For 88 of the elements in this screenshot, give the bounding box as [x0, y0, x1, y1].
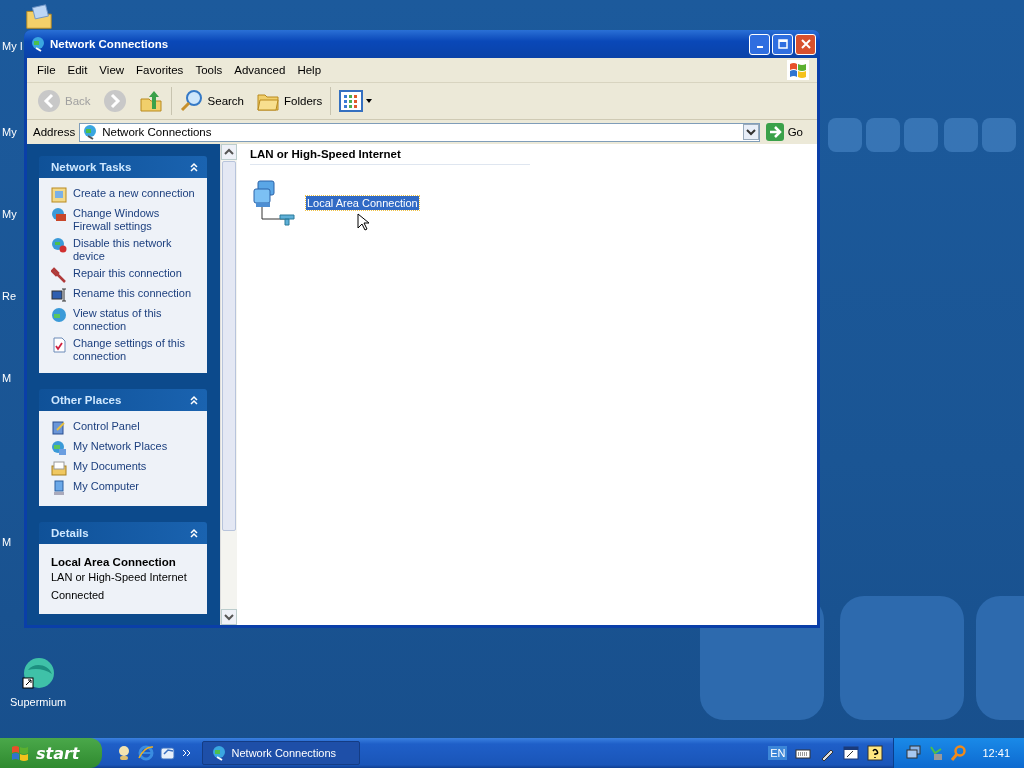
- rename-icon: [51, 287, 67, 303]
- right-arrow-icon: [765, 123, 784, 141]
- mail-icon[interactable]: [159, 745, 176, 761]
- folder-icon[interactable]: [24, 2, 54, 32]
- wallpaper-tile: [982, 118, 1016, 152]
- task-link[interactable]: My Computer: [73, 480, 140, 493]
- task-link[interactable]: Control Panel: [73, 420, 140, 433]
- task-link[interactable]: My Network Places: [73, 440, 168, 453]
- task-link[interactable]: My Documents: [73, 460, 147, 473]
- menu-item[interactable]: Favorites: [130, 62, 190, 78]
- scrollbar-thumb[interactable]: [222, 161, 236, 531]
- details-type: LAN or High-Speed Internet: [51, 570, 188, 585]
- task-link[interactable]: Disable this network device: [73, 237, 195, 263]
- settings-icon: [51, 337, 67, 353]
- more-chevron-icon[interactable]: [181, 749, 192, 757]
- desktop-icon-label[interactable]: My: [2, 208, 17, 220]
- collapse-chevron-icon: [189, 395, 199, 405]
- vertical-scrollbar[interactable]: [220, 144, 237, 625]
- maximize-button[interactable]: [772, 33, 793, 55]
- windows-flag-icon: [10, 743, 30, 763]
- status-icon: [51, 307, 67, 323]
- wallpaper-tile: [904, 118, 938, 152]
- task-link[interactable]: Rename this connection: [73, 287, 191, 300]
- network-globe-icon: [82, 124, 99, 140]
- network-icon: [51, 440, 67, 456]
- handwriting-pad-icon[interactable]: [843, 745, 860, 761]
- start-button[interactable]: start: [0, 738, 102, 768]
- group-heading: LAN or High-Speed Internet: [250, 148, 530, 165]
- minimize-icon: [756, 46, 763, 48]
- minimize-button[interactable]: [749, 33, 770, 55]
- address-field[interactable]: Network Connections: [79, 122, 760, 142]
- network-globe-icon: [30, 36, 46, 52]
- search-button[interactable]: Search: [175, 87, 248, 115]
- pane-header[interactable]: Other Places: [39, 389, 207, 411]
- desktop-icon-label[interactable]: My I: [2, 40, 23, 52]
- desktop-icon-label[interactable]: My: [2, 126, 17, 138]
- connection-label[interactable]: Local Area Connection: [306, 196, 419, 210]
- computer-icon: [51, 480, 67, 496]
- task-link[interactable]: Repair this connection: [73, 267, 182, 280]
- documents-icon: [51, 460, 67, 476]
- window-title: Network Connections: [50, 38, 170, 50]
- network-globe-icon: [210, 745, 227, 761]
- details-name: Local Area Connection: [51, 556, 177, 568]
- browser-e-icon[interactable]: [137, 745, 154, 761]
- close-button[interactable]: [795, 33, 816, 55]
- wallpaper-tile: [828, 118, 862, 152]
- desktop-icon-label[interactable]: M: [2, 536, 12, 548]
- folders-button[interactable]: Folders: [252, 87, 327, 115]
- help-icon[interactable]: [867, 745, 884, 761]
- menu-item[interactable]: File: [31, 62, 62, 78]
- menu-item[interactable]: Help: [291, 62, 328, 78]
- disable-icon: [51, 237, 67, 253]
- menu-item[interactable]: View: [93, 62, 131, 78]
- task-link[interactable]: View status of this connection: [73, 307, 195, 333]
- collapse-chevron-icon: [189, 528, 199, 538]
- desktop-icon-label[interactable]: M: [2, 372, 12, 384]
- desktop-icon-label[interactable]: Supermium: [10, 696, 67, 708]
- taskbar-window-button[interactable]: Network Connections: [201, 741, 360, 765]
- desktop-icon-label[interactable]: Re: [2, 290, 17, 302]
- control-icon: [51, 420, 67, 436]
- close-icon: [800, 39, 811, 49]
- task-link[interactable]: Change settings of this connection: [73, 337, 195, 363]
- menu-item[interactable]: Advanced: [228, 62, 292, 78]
- menu-item[interactable]: Edit: [61, 62, 94, 78]
- wallpaper-tile: [866, 118, 900, 152]
- address-label: Address: [33, 126, 76, 138]
- go-button[interactable]: Go: [763, 123, 817, 141]
- language-indicator[interactable]: EN: [768, 746, 788, 760]
- task-link[interactable]: Change Windows Firewall settings: [73, 207, 195, 233]
- network-computers-icon[interactable]: [906, 745, 923, 761]
- windows-flag-icon: [787, 60, 809, 80]
- clock: 12:41: [982, 747, 1010, 759]
- browser-shortcut-icon[interactable]: [20, 656, 57, 692]
- task-link[interactable]: Create a new connection: [73, 187, 195, 200]
- mouse-pointer-icon: [357, 213, 369, 231]
- pane-header[interactable]: Network Tasks: [39, 156, 207, 178]
- up-folder-icon: [138, 89, 163, 113]
- search-icon: [179, 89, 204, 113]
- maximize-icon: [777, 39, 788, 49]
- details-status: Connected: [51, 588, 106, 603]
- collapse-chevron-icon: [189, 162, 199, 172]
- wizard-icon: [51, 187, 67, 203]
- views-grid-icon: [339, 89, 374, 113]
- wallpaper-tile: [944, 118, 978, 152]
- firewall-icon: [51, 207, 67, 223]
- repair-icon: [51, 267, 67, 283]
- pane-header[interactable]: Details: [39, 522, 207, 544]
- menu-item[interactable]: Tools: [189, 62, 229, 78]
